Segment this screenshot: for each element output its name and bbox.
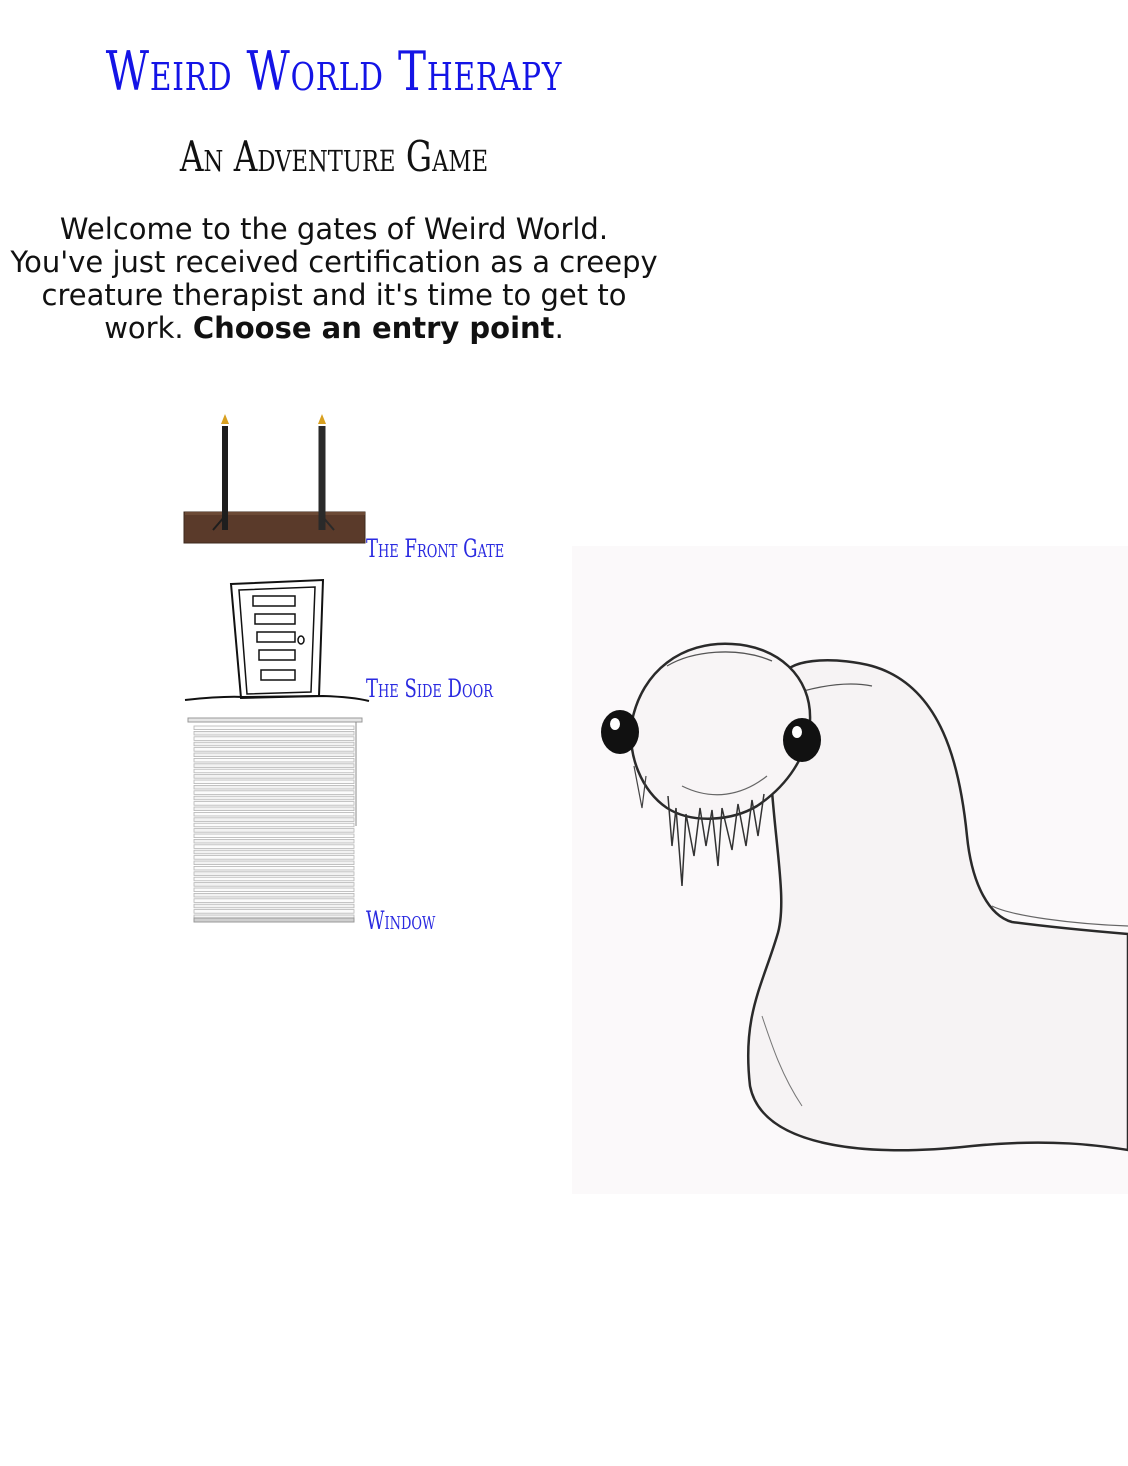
game-title: Weird World Therapy: [105, 40, 563, 103]
side-door-icon: [184, 578, 370, 702]
front-gate-icon: [183, 414, 366, 544]
window-blind-slat: [193, 790, 355, 795]
window-blinds-bottom-rail: [193, 917, 355, 923]
window-blinds-icon: [187, 717, 363, 923]
window-blind-slat: [193, 876, 355, 882]
window-blind-slat: [193, 839, 355, 844]
creepy-worm-creature-illustration: [601, 642, 1128, 1152]
entry-side-door-label: The Side Door: [366, 674, 493, 703]
intro-emphasis: Choose an entry point: [192, 311, 555, 345]
window-blind-slat: [193, 752, 355, 757]
window-blind-slat: [193, 725, 355, 730]
window-blind-slat: [193, 892, 355, 898]
entry-window[interactable]: Window: [180, 712, 460, 948]
window-blind-slat: [193, 903, 355, 909]
intro-text: Welcome to the gates of Weird World. You…: [10, 213, 658, 345]
window-blind-slat: [193, 828, 355, 833]
window-blind-slat: [193, 795, 355, 801]
game-subtitle: An Adventure Game: [179, 132, 489, 181]
window-blind-slat: [193, 882, 355, 887]
window-blind-slat: [193, 768, 355, 774]
window-blind-slat: [193, 909, 355, 914]
intro-trailing: .: [554, 311, 564, 345]
window-blind-slat: [193, 822, 355, 828]
entry-window-label: Window: [366, 906, 436, 935]
window-blind-slat: [193, 801, 355, 806]
window-blinds-headrail: [187, 717, 363, 723]
window-blind-slat: [193, 898, 355, 903]
window-blind-slat: [193, 730, 355, 736]
window-blind-slat: [193, 736, 355, 741]
window-blind-slat: [193, 806, 355, 811]
window-blind-slat: [193, 887, 355, 892]
window-blind-slat: [193, 871, 355, 876]
creature-illustration: [572, 546, 1128, 1194]
window-blind-slat: [193, 817, 355, 822]
window-blind-slat: [193, 779, 355, 784]
window-blind-slat: [193, 774, 355, 779]
window-blind-slat: [193, 855, 355, 860]
window-blind-slat: [193, 849, 355, 855]
entry-front-gate-label: The Front Gate: [366, 534, 505, 563]
window-blind-slat: [193, 833, 355, 838]
window-blind-slat: [193, 812, 355, 817]
window-blind-slat: [193, 865, 355, 871]
window-blind-slat: [193, 747, 355, 752]
window-blind-slat: [193, 844, 355, 849]
window-blind-slat: [193, 741, 355, 747]
window-blind-slat: [193, 860, 355, 865]
entry-side-door[interactable]: The Side Door: [180, 572, 520, 708]
window-blind-slat: [193, 758, 355, 763]
window-blind-slat: [193, 785, 355, 790]
window-blind-slat: [193, 763, 355, 768]
entry-front-gate[interactable]: The Front Gate: [180, 400, 520, 572]
